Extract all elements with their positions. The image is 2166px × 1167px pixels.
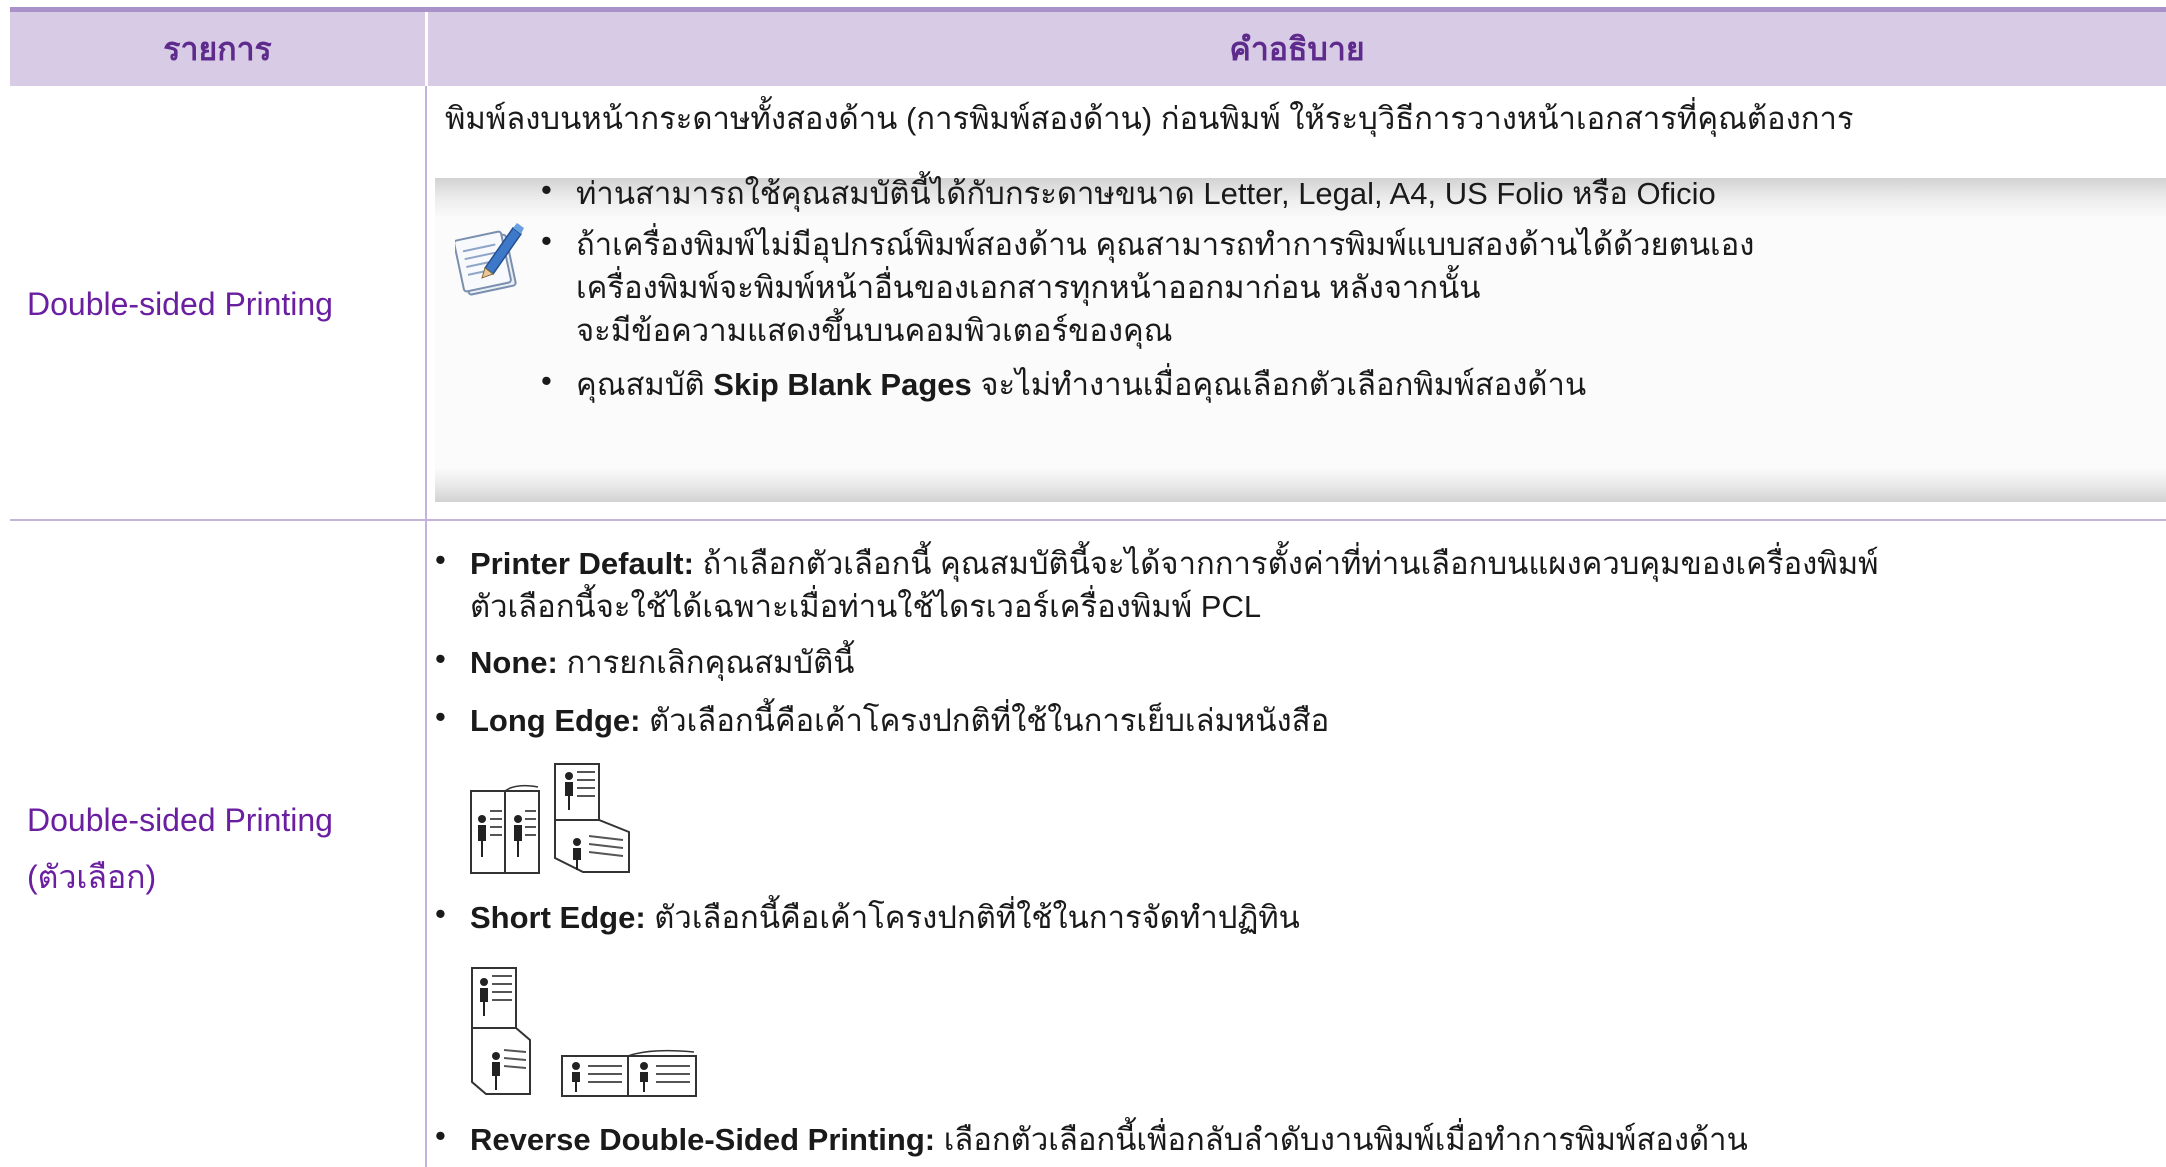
option-long-edge: Long Edge: ตัวเลือกนี้คือเค้าโครงปกติที่… — [470, 699, 1329, 743]
option-text-printer-default: ถ้าเลือกตัวเลือกนี้ คุณสมบัตินี้จะได้จาก… — [702, 546, 1879, 581]
option-name-reverse-double-sided: Reverse Double-Sided Printing: — [470, 1122, 936, 1157]
short-edge-calendar-illustration — [471, 967, 531, 1095]
row1-label: Double-sided Printing — [27, 286, 333, 322]
option-printer-default-line2: ตัวเลือกนี้จะใช้ได้เฉพาะเมื่อท่านใช้ไดรเ… — [470, 589, 1262, 624]
table-header: รายการ คำอธิบาย — [10, 12, 2166, 86]
note-item-2-line3: จะมีข้อความแสดงขึ้นบนคอมพิวเตอร์ของคุณ — [576, 313, 1173, 348]
option-none: None: การยกเลิกคุณสมบัตินี้ — [470, 641, 854, 685]
long-edge-flip-illustration — [554, 763, 630, 873]
option-bullet-2: • — [435, 641, 446, 676]
option-printer-default: Printer Default: ถ้าเลือกตัวเลือกนี้ คุณ… — [470, 542, 1879, 586]
option-name-long-edge: Long Edge: — [470, 703, 641, 738]
option-bullet-4: • — [435, 896, 446, 931]
note-item-3-suffix: จะไม่ทำงานเมื่อคุณเลือกตัวเลือกพิมพ์สองด… — [980, 367, 1587, 402]
note-bullet-3: • — [541, 363, 552, 398]
row1-intro-text: พิมพ์ลงบนหน้ากระดาษทั้งสองด้าน (การพิมพ์… — [445, 101, 1854, 136]
row2-label-line1: Double-sided Printing — [27, 802, 333, 838]
option-name-short-edge: Short Edge: — [470, 900, 646, 935]
column-divider — [425, 86, 427, 1167]
header-description-column: คำอธิบาย — [1229, 30, 1365, 67]
option-bullet-5: • — [435, 1118, 446, 1153]
document-page: รายการ คำอธิบาย Double-sided Printing พิ… — [10, 0, 2166, 1167]
option-text-long-edge: ตัวเลือกนี้คือเค้าโครงปกติที่ใช้ในการเย็… — [649, 703, 1330, 738]
note-item-2-line1: ถ้าเครื่องพิมพ์ไม่มีอุปกรณ์พิมพ์สองด้าน … — [576, 227, 1755, 262]
note-item-3-prefix: คุณสมบัติ — [576, 367, 705, 402]
header-divider — [425, 12, 428, 86]
long-edge-book-illustration — [470, 784, 540, 874]
option-reverse-double-sided: Reverse Double-Sided Printing: เลือกตัวเ… — [470, 1118, 1748, 1162]
option-name-printer-default: Printer Default: — [470, 546, 694, 581]
header-item-column: รายการ — [163, 30, 272, 67]
option-bullet-3: • — [435, 699, 446, 734]
note-box: • ท่านสามารถใช้คุณสมบัตินี้ได้กับกระดาษข… — [435, 172, 2166, 502]
option-text-none: การยกเลิกคุณสมบัตินี้ — [566, 645, 855, 680]
option-bullet-1: • — [435, 542, 446, 577]
note-item-3: คุณสมบัติ Skip Blank Pages จะไม่ทำงานเมื… — [576, 363, 1586, 407]
note-bullet-2: • — [541, 223, 552, 258]
note-pencil-icon — [455, 223, 524, 296]
option-text-short-edge: ตัวเลือกนี้คือเค้าโครงปกติที่ใช้ในการจัด… — [654, 900, 1300, 935]
skip-blank-pages-term: Skip Blank Pages — [713, 367, 972, 402]
row2-label-line2: (ตัวเลือก) — [27, 859, 157, 895]
option-name-none: None: — [470, 645, 558, 680]
option-text-reverse-double-sided: เลือกตัวเลือกนี้เพื่อกลับลำดับงานพิมพ์เม… — [943, 1122, 1748, 1157]
note-bullet-1: • — [541, 172, 552, 207]
note-item-2-line2: เครื่องพิมพ์จะพิมพ์หน้าอื่นของเอกสารทุกห… — [576, 270, 1481, 305]
row-divider — [10, 519, 2166, 521]
short-edge-landscape-illustration — [561, 1049, 697, 1097]
option-short-edge: Short Edge: ตัวเลือกนี้คือเค้าโครงปกติที… — [470, 896, 1300, 940]
note-item-1: ท่านสามารถใช้คุณสมบัตินี้ได้กับกระดาษขนา… — [576, 176, 1716, 211]
